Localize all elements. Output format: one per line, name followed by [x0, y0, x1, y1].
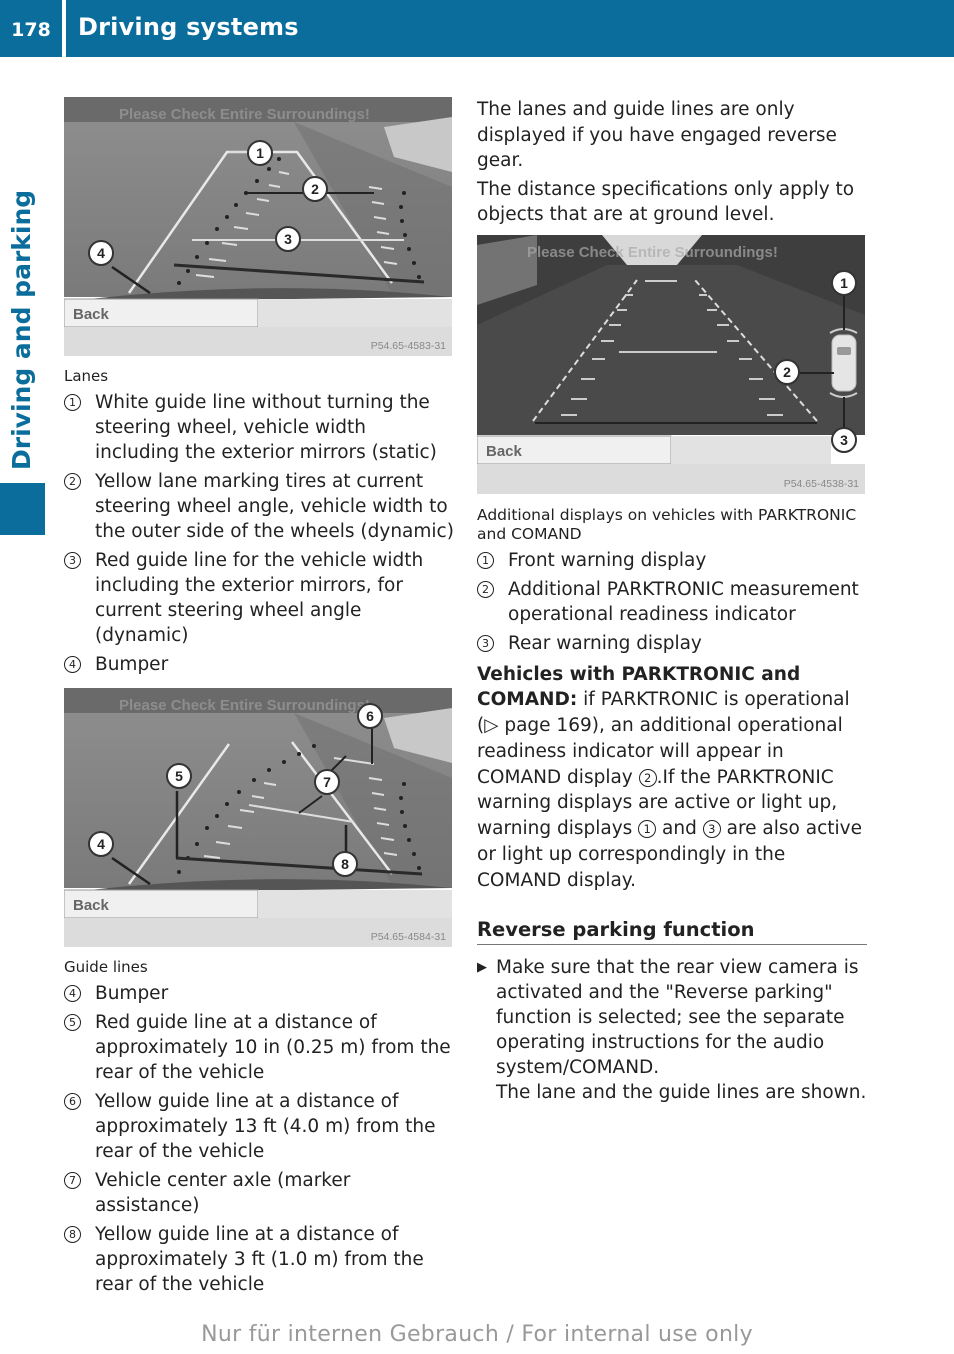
section-heading: Reverse parking function	[477, 918, 867, 945]
legend-item: 1 White guide line without turning the st…	[64, 390, 454, 465]
marker-3: 3	[275, 226, 301, 252]
legend-number: 4	[64, 656, 81, 673]
legend-number: 5	[64, 1014, 81, 1031]
intro-paragraph-1: The lanes and guide lines are only displ…	[477, 99, 837, 171]
marker-6: 6	[357, 703, 383, 729]
legend-number: 8	[64, 1226, 81, 1243]
header-divider	[62, 0, 66, 57]
page-number: 178	[11, 19, 51, 41]
legend-item: 4 Bumper	[64, 981, 454, 1006]
svg-text:5: 5	[175, 768, 183, 784]
inline-ref-number: 2	[638, 768, 657, 787]
legend-number: 2	[64, 473, 81, 490]
legend-item: 8 Yellow guide line at a distance of appr…	[64, 1222, 454, 1297]
image-code: P54.65-4583-31	[371, 340, 446, 352]
parktronic-legend: 1 Front warning display 2 Additional PARKT…	[477, 548, 867, 656]
legend-number: 1	[64, 394, 81, 411]
svg-text:4: 4	[97, 836, 105, 852]
parktronic-paragraph: Vehicles with PARKTRONIC and COMAND: if …	[477, 663, 862, 891]
overlay-warning-text: Please Check Entire Surroundings!	[119, 697, 370, 714]
section-title: Driving systems	[78, 13, 299, 41]
figure-parktronic: Please Check Entire Surroundings! 1 2 3	[477, 234, 865, 494]
marker-4: 4	[88, 240, 114, 266]
svg-text:2: 2	[783, 364, 791, 380]
marker-8: 8	[332, 851, 358, 877]
instruction-step: ▶ Make sure that the rear view camera is…	[477, 955, 867, 1105]
step-text: Make sure that the rear view camera is a…	[496, 956, 859, 1078]
legend-item: 1 Front warning display	[477, 548, 867, 573]
inline-ref-number: 1	[638, 820, 657, 839]
legend-item: 3 Red guide line for the vehicle width in…	[64, 548, 454, 648]
parktronic-caption: Additional displays on vehicles with PAR…	[477, 505, 857, 543]
lanes-caption: Lanes	[64, 367, 109, 385]
right-column: The lanes and guide lines are only displ…	[477, 97, 867, 1105]
svg-text:4: 4	[97, 245, 105, 261]
svg-text:2: 2	[311, 181, 319, 197]
svg-text:1: 1	[256, 145, 264, 161]
legend-item: 2 Additional PARKTRONIC measurement opera…	[477, 577, 867, 627]
inline-ref-number: 3	[702, 820, 721, 839]
marker-1: 1	[831, 269, 857, 296]
marker-3: 3	[831, 426, 857, 453]
legend-item: 2 Yellow lane marking tires at current st…	[64, 469, 454, 544]
step-result: The lane and the guide lines are shown.	[496, 1081, 867, 1103]
figure-guide-lines: Please Check Entire Surroundings! 4 5 6 …	[64, 688, 452, 947]
image-code: P54.65-4584-31	[371, 931, 446, 943]
legend-number: 7	[64, 1172, 81, 1189]
page-reference-link[interactable]: page 169	[498, 715, 591, 736]
svg-text:6: 6	[366, 708, 374, 724]
legend-item: 7 Vehicle center axle (marker assistance)	[64, 1168, 454, 1218]
marker-4: 4	[88, 831, 114, 857]
legend-item: 5 Red guide line at a distance of approxi…	[64, 1010, 454, 1085]
intro-paragraph-2: The distance specifications only apply t…	[477, 178, 855, 226]
svg-text:3: 3	[840, 432, 848, 448]
legend-item: 3 Rear warning display	[477, 631, 867, 656]
legend-number: 6	[64, 1093, 81, 1110]
side-chapter-tab	[0, 483, 45, 535]
side-chapter-text: Driving and parking	[7, 189, 36, 470]
svg-text:8: 8	[341, 856, 349, 872]
legend-number: 2	[477, 580, 494, 598]
marker-7: 7	[314, 769, 340, 795]
status-bar	[671, 435, 831, 464]
guide-lines-legend: 4 Bumper 5 Red guide line at a distance of…	[64, 981, 454, 1297]
page-ref-arrow-icon: ▷	[484, 715, 499, 737]
back-button-label: Back	[73, 897, 110, 914]
left-column: Please Check Entire Surroundings! 1 2 3 …	[64, 97, 454, 1301]
marker-2: 2	[774, 358, 800, 385]
status-bar	[258, 299, 452, 327]
figure-lanes: Please Check Entire Surroundings! 1 2 3 …	[64, 97, 452, 356]
page-header: 178 Driving systems	[0, 0, 954, 57]
svg-text:1: 1	[840, 275, 848, 291]
svg-text:7: 7	[323, 774, 331, 790]
step-arrow-icon: ▶	[477, 959, 487, 975]
back-button-label: Back	[486, 443, 523, 460]
overlay-warning-text: Please Check Entire Surroundings!	[527, 244, 778, 261]
internal-use-watermark: Nur für internen Gebrauch / For internal…	[201, 1322, 753, 1347]
legend-number: 1	[477, 551, 494, 569]
legend-number: 4	[64, 985, 81, 1002]
marker-2: 2	[302, 176, 328, 202]
image-code: P54.65-4538-31	[784, 478, 859, 490]
status-bar	[258, 890, 452, 918]
legend-number: 3	[477, 634, 494, 652]
back-button-label: Back	[73, 306, 110, 323]
overlay-warning-text: Please Check Entire Surroundings!	[119, 106, 370, 123]
guide-lines-caption: Guide lines	[64, 958, 148, 976]
lanes-legend: 1 White guide line without turning the st…	[64, 390, 454, 677]
marker-5: 5	[166, 763, 192, 789]
legend-item: 6 Yellow guide line at a distance of appr…	[64, 1089, 454, 1164]
svg-text:3: 3	[284, 231, 292, 247]
legend-item: 4 Bumper	[64, 652, 454, 677]
marker-1: 1	[247, 140, 273, 166]
legend-number: 3	[64, 552, 81, 569]
